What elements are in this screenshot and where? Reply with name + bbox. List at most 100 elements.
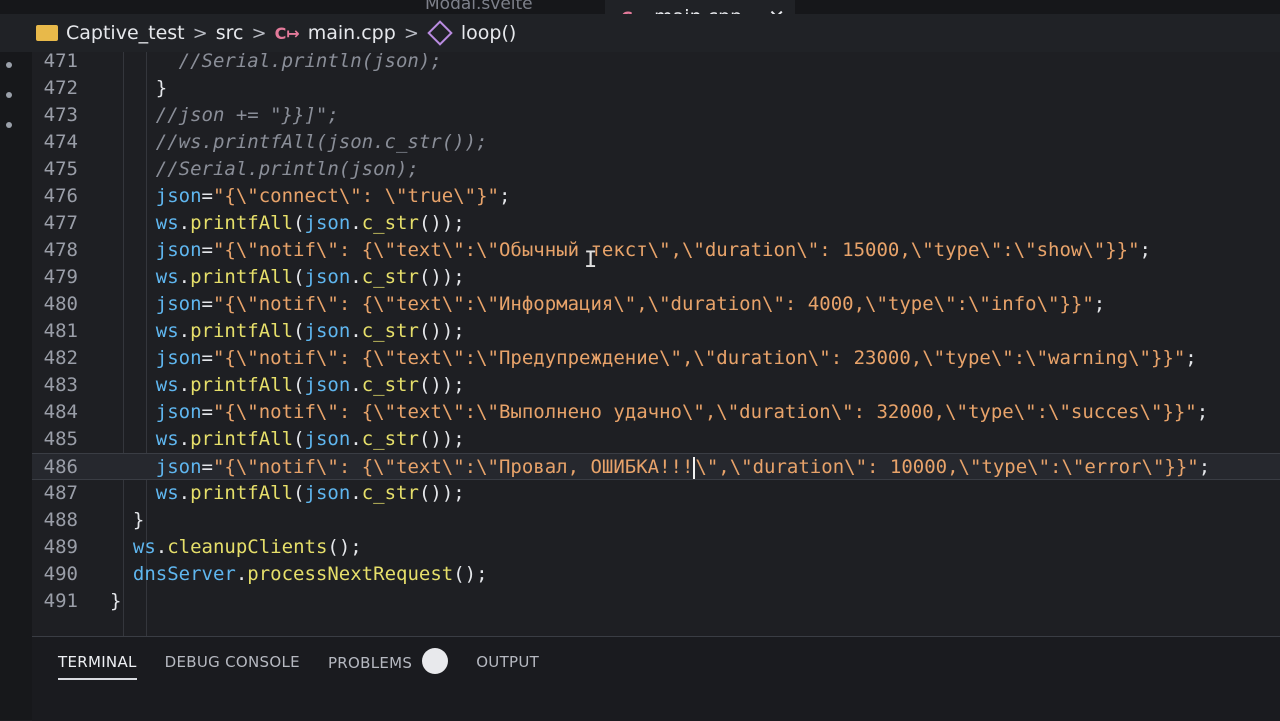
- code-text: //Serial.println(json);: [110, 52, 442, 75]
- line-number: 491: [43, 590, 78, 612]
- code-token: json: [155, 239, 202, 261]
- code-token: "{\"notif\": {\"text\":\"Выполнено удачн…: [212, 401, 1197, 423]
- breadcrumb-folder[interactable]: src: [216, 22, 244, 44]
- code-line[interactable]: 491}: [32, 588, 1280, 615]
- code-text: ws.printfAll(json.c_str());: [110, 210, 465, 237]
- code-token: //ws.printfAll(json.c_str());: [155, 131, 488, 153]
- code-token: c_str: [361, 374, 419, 396]
- panel-tabs: TERMINAL DEBUG CONSOLE PROBLEMS OUTPUT: [58, 648, 539, 680]
- code-token: .: [350, 482, 362, 504]
- code-token: c_str: [361, 428, 419, 450]
- code-token: .: [178, 482, 191, 504]
- code-text: json="{\"notif\": {\"text\":\"Информация…: [110, 291, 1105, 318]
- code-line[interactable]: 475 //Serial.println(json);: [32, 156, 1280, 183]
- code-token: json: [155, 185, 202, 207]
- code-token: json: [155, 347, 202, 369]
- cpp-file-icon: C↦: [274, 23, 300, 43]
- line-number: 475: [43, 158, 78, 180]
- panel-tab-problems[interactable]: PROBLEMS: [328, 648, 449, 680]
- code-text: }: [110, 507, 144, 534]
- bottom-panel: TERMINAL DEBUG CONSOLE PROBLEMS OUTPUT: [32, 636, 1280, 721]
- code-token: .: [350, 374, 362, 396]
- code-line[interactable]: 485 ws.printfAll(json.c_str());: [32, 426, 1280, 453]
- breadcrumb-symbol[interactable]: loop(): [461, 22, 516, 44]
- code-line[interactable]: 480 json="{\"notif\": {\"text\":\"Информ…: [32, 291, 1280, 318]
- code-line[interactable]: 490 dnsServer.processNextRequest();: [32, 561, 1280, 588]
- code-token: printfAll: [190, 428, 294, 450]
- code-token: ws: [155, 212, 179, 234]
- line-number: 490: [43, 563, 78, 585]
- code-line[interactable]: 479 ws.printfAll(json.c_str());: [32, 264, 1280, 291]
- code-line[interactable]: 484 json="{\"notif\": {\"text\":\"Выполн…: [32, 399, 1280, 426]
- line-number: 480: [43, 293, 78, 315]
- code-token: (: [293, 482, 305, 504]
- panel-tab-debug-console[interactable]: DEBUG CONSOLE: [165, 653, 300, 680]
- code-token: ws: [155, 320, 179, 342]
- code-token: .: [178, 374, 191, 396]
- code-line[interactable]: 477 ws.printfAll(json.c_str());: [32, 210, 1280, 237]
- code-line[interactable]: 474 //ws.printfAll(json.c_str());: [32, 129, 1280, 156]
- code-token: }: [132, 509, 145, 531]
- breadcrumb-file[interactable]: main.cpp: [308, 22, 396, 44]
- code-line[interactable]: 488 }: [32, 507, 1280, 534]
- code-text: ws.printfAll(json.c_str());: [110, 318, 465, 345]
- code-line[interactable]: 476 json="{\"connect\": \"true\"}";: [32, 183, 1280, 210]
- code-token: json: [304, 482, 351, 504]
- line-number: 477: [43, 212, 78, 234]
- line-number: 479: [43, 266, 78, 288]
- line-number: 483: [43, 374, 78, 396]
- code-token: "{\"notif\": {\"text\":\"Предупреждение\…: [212, 347, 1186, 369]
- line-number: 482: [43, 347, 78, 369]
- code-line[interactable]: 483 ws.printfAll(json.c_str());: [32, 372, 1280, 399]
- code-token: (: [293, 320, 305, 342]
- code-token: c_str: [361, 266, 419, 288]
- code-token: ws: [155, 374, 179, 396]
- panel-tab-terminal[interactable]: TERMINAL: [58, 653, 137, 680]
- code-line[interactable]: 482 json="{\"notif\": {\"text\":\"Предуп…: [32, 345, 1280, 372]
- code-line[interactable]: 471 //Serial.println(json);: [32, 52, 1280, 75]
- code-text: //json += "}}]";: [110, 102, 339, 129]
- code-token: ();: [327, 536, 362, 558]
- line-number: 472: [43, 77, 78, 99]
- code-token: .: [178, 320, 191, 342]
- code-line[interactable]: 472 }: [32, 75, 1280, 102]
- code-line[interactable]: 473 //json += "}}]";: [32, 102, 1280, 129]
- code-token: json: [155, 293, 202, 315]
- code-text: }: [110, 75, 167, 102]
- code-line[interactable]: 487 ws.printfAll(json.c_str());: [32, 480, 1280, 507]
- code-line[interactable]: 486 json="{\"notif\": {\"text\":\"Провал…: [32, 453, 1280, 480]
- code-text: ws.printfAll(json.c_str());: [110, 480, 465, 507]
- code-token: ws: [155, 428, 179, 450]
- code-token: //json += "}}]";: [155, 104, 339, 126]
- code-text: json="{\"notif\": {\"text\":\"Предупрежд…: [110, 345, 1197, 372]
- code-token: dnsServer: [132, 563, 236, 585]
- activity-dot-icon: [6, 122, 12, 128]
- code-token: //Serial.println(json);: [178, 52, 442, 72]
- code-token: c_str: [361, 212, 419, 234]
- code-line[interactable]: 481 ws.printfAll(json.c_str());: [32, 318, 1280, 345]
- code-token: (: [293, 266, 305, 288]
- panel-tab-output[interactable]: OUTPUT: [476, 653, 539, 680]
- breadcrumb: Captive_test > src > C↦ main.cpp > loop(…: [0, 14, 1280, 52]
- code-editor[interactable]: I 471 //Serial.println(json); 472 } 473 //…: [32, 52, 1280, 636]
- line-number: 474: [43, 131, 78, 153]
- code-line[interactable]: 489 ws.cleanupClients();: [32, 534, 1280, 561]
- code-token: "{\"connect\": \"true\"}": [212, 185, 499, 207]
- tab-modal-svelte[interactable]: Modal.svelte: [425, 0, 533, 14]
- code-token: ();: [453, 563, 488, 585]
- code-token: printfAll: [190, 266, 294, 288]
- code-token: json: [304, 374, 351, 396]
- code-token: "{\"notif\": {\"text\":\"Провал, ОШИБКА!…: [212, 456, 694, 478]
- code-token: c_str: [361, 320, 419, 342]
- code-token: (: [293, 374, 305, 396]
- tab-label: Modal.svelte: [425, 0, 533, 14]
- code-token: processNextRequest: [247, 563, 454, 585]
- code-line[interactable]: 478 json="{\"notif\": {\"text\":\"Обычны…: [32, 237, 1280, 264]
- line-number: 484: [43, 401, 78, 423]
- line-number: 488: [43, 509, 78, 531]
- code-text: //Serial.println(json);: [110, 156, 419, 183]
- code-token: printfAll: [190, 212, 294, 234]
- code-token: =: [201, 293, 213, 315]
- code-token: =: [201, 239, 213, 261]
- breadcrumb-project[interactable]: Captive_test: [66, 22, 185, 44]
